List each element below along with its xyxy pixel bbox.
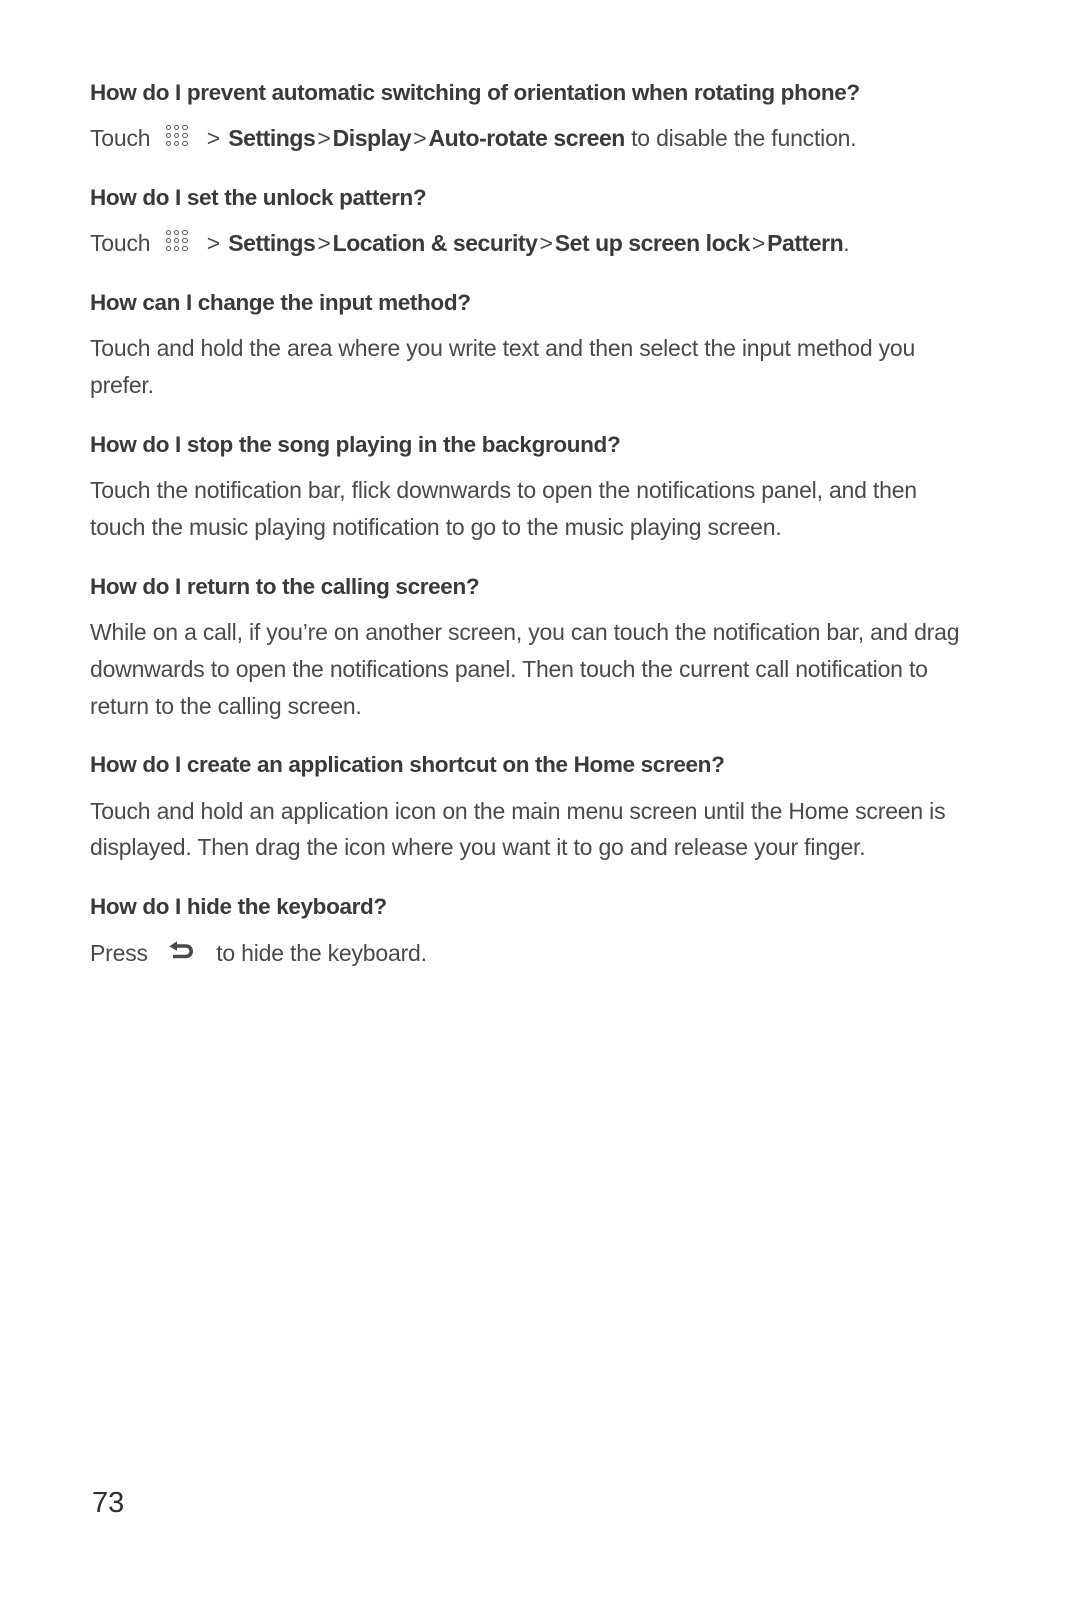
faq-question: How do I stop the song playing in the ba… bbox=[90, 431, 621, 457]
faq-question: How do I prevent automatic switching of … bbox=[90, 80, 860, 105]
answer-trail: . bbox=[843, 230, 850, 257]
path-step: Display bbox=[332, 125, 412, 152]
faq-item: How do I hide the keyboard? Press to hid… bbox=[90, 892, 962, 971]
back-arrow-icon bbox=[166, 939, 196, 965]
path-separator: > bbox=[317, 230, 331, 257]
faq-item: How do I stop the song playing in the ba… bbox=[90, 430, 962, 546]
faq-item: How can I change the input method? Touch… bbox=[90, 288, 962, 404]
path-step: Location & security bbox=[332, 230, 538, 257]
path-step: Settings bbox=[228, 125, 316, 152]
path-step: Settings bbox=[228, 230, 316, 257]
faq-item: How do I return to the calling screen? W… bbox=[90, 572, 962, 725]
answer-lead: Touch bbox=[90, 125, 151, 152]
faq-answer: Touch > Settings>Display>Auto-rotate scr… bbox=[90, 120, 962, 157]
faq-answer: Touch the notification bar, flick downwa… bbox=[90, 477, 917, 540]
answer-lead: Press bbox=[90, 939, 148, 966]
faq-item: How do I create an application shortcut … bbox=[90, 750, 962, 866]
path-separator: > bbox=[317, 125, 331, 152]
faq-question: How can I change the input method? bbox=[90, 290, 471, 316]
path-step: Auto-rotate screen bbox=[428, 125, 626, 152]
faq-question: How do I hide the keyboard? bbox=[90, 894, 387, 920]
app-grid-icon bbox=[164, 226, 190, 252]
answer-trail: to disable the function. bbox=[631, 125, 857, 152]
faq-answer: While on a call, if you’re on another sc… bbox=[90, 619, 960, 719]
manual-page: How do I prevent automatic switching of … bbox=[0, 0, 1080, 1617]
path-separator: > bbox=[413, 125, 427, 152]
faq-answer: Touch and hold an application icon on th… bbox=[90, 797, 946, 861]
answer-lead: Touch bbox=[90, 230, 151, 257]
path-step: Set up screen lock bbox=[554, 230, 751, 257]
faq-answer: Touch and hold the area where you write … bbox=[90, 335, 916, 399]
path-separator: > bbox=[206, 125, 221, 152]
answer-trail: to hide the keyboard. bbox=[216, 939, 427, 966]
path-step: Pattern bbox=[767, 230, 844, 257]
faq-item: How do I set the unlock pattern? Touch >… bbox=[90, 183, 962, 262]
faq-list: How do I prevent automatic switching of … bbox=[90, 78, 962, 997]
faq-item: How do I prevent automatic switching of … bbox=[90, 78, 962, 157]
faq-question: How do I set the unlock pattern? bbox=[90, 185, 427, 211]
page-number: 73 bbox=[92, 1487, 125, 1519]
faq-answer: Press to hide the keyboard. bbox=[90, 935, 962, 972]
faq-question: How do I return to the calling screen? bbox=[90, 573, 480, 599]
path-separator: > bbox=[206, 230, 221, 257]
faq-question: How do I create an application shortcut … bbox=[90, 752, 725, 778]
app-grid-icon bbox=[164, 121, 190, 147]
path-separator: > bbox=[539, 230, 553, 257]
faq-answer: Touch > Settings>Location & security>Set… bbox=[90, 225, 962, 262]
path-separator: > bbox=[751, 230, 766, 257]
